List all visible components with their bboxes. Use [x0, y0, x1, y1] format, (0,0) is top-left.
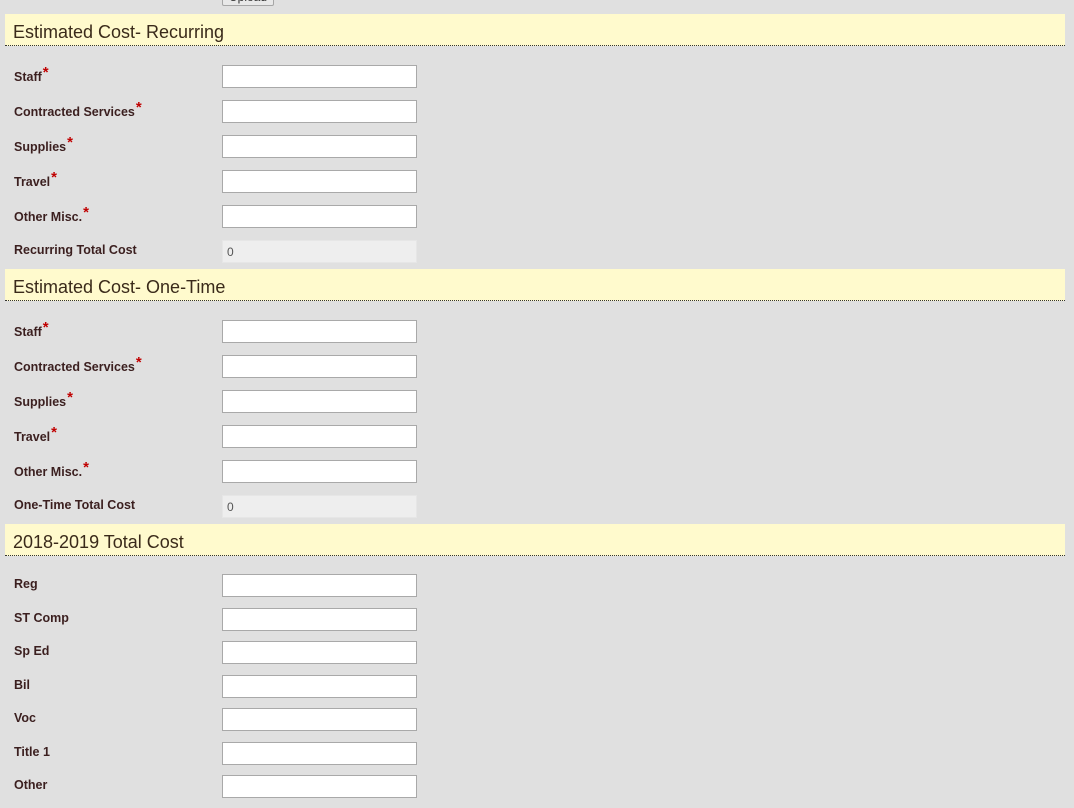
recurring-staff-input[interactable] [222, 65, 417, 88]
field-label: Title 1 [14, 745, 50, 759]
field-label: Bil [14, 678, 30, 692]
field-label: Sp Ed [14, 644, 50, 658]
section-title: Estimated Cost- One-Time [13, 277, 226, 297]
field-one-time-contracted-services: Contracted Services* [0, 354, 1074, 379]
field-label: Travel* [14, 424, 57, 444]
field-st-comp: ST Comp [0, 608, 1074, 632]
other-input[interactable] [222, 775, 417, 798]
field-label: Contracted Services* [14, 354, 142, 374]
field-one-time-total: One-Time Total Cost [0, 495, 1074, 519]
one-time-total-cost-field [222, 495, 417, 518]
field-bil: Bil [0, 675, 1074, 699]
field-reg: Reg [0, 574, 1074, 598]
required-marker: * [51, 169, 57, 186]
field-label: Other [14, 778, 48, 792]
field-recurring-travel: Travel* [0, 169, 1074, 194]
section-header-one-time: Estimated Cost- One-Time [5, 269, 1065, 301]
field-recurring-total: Recurring Total Cost [0, 240, 1074, 264]
field-label: ST Comp [14, 611, 69, 625]
required-marker: * [42, 64, 49, 81]
recurring-contracted-services-input[interactable] [222, 100, 417, 123]
st-comp-input[interactable] [222, 608, 417, 631]
field-other: Other [0, 775, 1074, 799]
section-title: 2018-2019 Total Cost [13, 532, 184, 552]
title-1-input[interactable] [222, 742, 417, 765]
one-time-other-misc-input[interactable] [222, 460, 417, 483]
field-label: Supplies* [14, 389, 73, 409]
field-voc: Voc [0, 708, 1074, 732]
required-marker: * [135, 99, 142, 116]
field-one-time-travel: Travel* [0, 424, 1074, 449]
recurring-total-cost-field [222, 240, 417, 263]
required-marker: * [67, 134, 73, 151]
field-label: Contracted Services* [14, 99, 142, 119]
sp-ed-input[interactable] [222, 641, 417, 664]
field-sp-ed: Sp Ed [0, 641, 1074, 665]
field-one-time-other-misc: Other Misc.* [0, 459, 1074, 484]
field-label: Reg [14, 577, 38, 591]
bil-input[interactable] [222, 675, 417, 698]
required-marker: * [42, 319, 49, 336]
field-label: Supplies* [14, 134, 73, 154]
field-title-1: Title 1 [0, 742, 1074, 766]
section-header-total-cost: 2018-2019 Total Cost [5, 524, 1065, 556]
one-time-travel-input[interactable] [222, 425, 417, 448]
field-recurring-staff: Staff* [0, 64, 1074, 89]
recurring-travel-input[interactable] [222, 170, 417, 193]
recurring-other-misc-input[interactable] [222, 205, 417, 228]
reg-input[interactable] [222, 574, 417, 597]
field-label: One-Time Total Cost [14, 498, 136, 512]
field-label: Travel* [14, 169, 57, 189]
recurring-supplies-input[interactable] [222, 135, 417, 158]
field-one-time-supplies: Supplies* [0, 389, 1074, 414]
required-marker: * [83, 204, 89, 221]
field-one-time-staff: Staff* [0, 319, 1074, 344]
section-title: Estimated Cost- Recurring [13, 22, 225, 42]
field-recurring-other-misc: Other Misc.* [0, 204, 1074, 229]
required-marker: * [135, 354, 142, 371]
voc-input[interactable] [222, 708, 417, 731]
upload-button[interactable]: Upload [222, 0, 274, 6]
field-label: Recurring Total Cost [14, 243, 137, 257]
field-label: Staff* [14, 319, 49, 339]
field-label: Staff* [14, 64, 49, 84]
field-recurring-supplies: Supplies* [0, 134, 1074, 159]
field-label: Voc [14, 711, 36, 725]
field-label: Other Misc.* [14, 459, 89, 479]
field-label: Other Misc.* [14, 204, 89, 224]
one-time-supplies-input[interactable] [222, 390, 417, 413]
field-recurring-contracted-services: Contracted Services* [0, 99, 1074, 124]
section-header-recurring: Estimated Cost- Recurring [5, 14, 1065, 46]
required-marker: * [51, 424, 57, 441]
required-marker: * [67, 389, 73, 406]
required-marker: * [83, 459, 89, 476]
one-time-contracted-services-input[interactable] [222, 355, 417, 378]
one-time-staff-input[interactable] [222, 320, 417, 343]
